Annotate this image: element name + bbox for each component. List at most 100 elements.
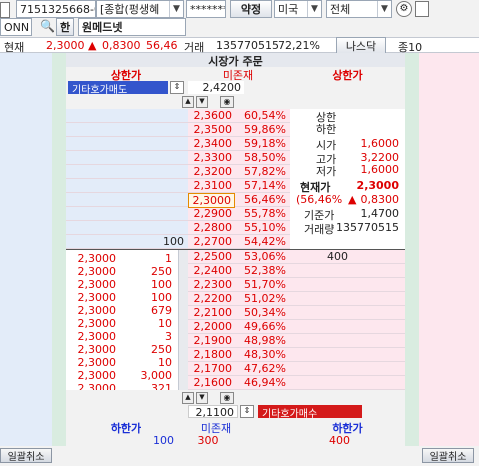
ask-row[interactable]: 2,3400 59,18% xyxy=(66,137,290,151)
ask-price[interactable]: 2,2700 xyxy=(188,235,235,248)
ask-price[interactable]: 2,2800 xyxy=(188,221,235,234)
ask-price[interactable]: 2,3400 xyxy=(188,137,235,150)
buy-price-input[interactable]: 2,1100 xyxy=(188,405,238,419)
bid-row[interactable]: 2,2400 52,38% xyxy=(188,264,405,278)
ask-row[interactable]: 2,3000 56,46% xyxy=(66,193,290,208)
bid-price[interactable]: 2,2300 xyxy=(188,278,235,291)
ask-pct: 59,18% xyxy=(244,137,286,150)
ask-price[interactable]: 2,3500 xyxy=(188,123,235,136)
bid-row[interactable]: 2,1600 46,94% xyxy=(188,376,405,390)
ask-row[interactable]: 2,3600 60,54% xyxy=(66,109,290,123)
ask-price[interactable]: 2,2900 xyxy=(188,207,235,220)
app-icon xyxy=(0,2,10,18)
bid-row[interactable]: 2,1800 48,30% xyxy=(188,348,405,362)
up-arrow-icon: ▲ xyxy=(348,193,357,206)
bid-price[interactable]: 2,2000 xyxy=(188,320,235,333)
info-current: 2,3000 xyxy=(356,179,399,192)
bid-pct: 51,70% xyxy=(244,278,286,291)
fills-list: 2,3000 1 2,3000 250 2,3000 100 2,3000 100 2,3000… xyxy=(66,252,178,390)
ask-row[interactable]: 2,3200 57,82% xyxy=(66,165,290,179)
bid-row[interactable]: 2,2100 50,34% xyxy=(188,306,405,320)
bid-price[interactable]: 2,1900 xyxy=(188,334,235,347)
info-low: 1,6000 xyxy=(360,163,400,176)
fill-price: 2,3000 xyxy=(77,330,117,343)
stock-name-field: 원메드넷 xyxy=(78,18,186,36)
ask-price[interactable]: 2,3300 xyxy=(188,151,235,164)
fill-row: 2,3000 100 xyxy=(66,291,178,304)
condition-button[interactable]: 약정 xyxy=(230,0,272,18)
fill-qty: 250 xyxy=(151,343,172,356)
bid-price[interactable]: 2,2100 xyxy=(188,306,235,319)
buy-order-type-select[interactable]: 기타호가매수 xyxy=(258,405,362,420)
fill-qty: 250 xyxy=(151,265,172,278)
chevron-down-icon[interactable]: ▼ xyxy=(307,1,321,17)
ask-price[interactable]: 2,3100 xyxy=(188,179,235,192)
change-percent: 56,46 xyxy=(146,39,178,52)
bid-price[interactable]: 2,2200 xyxy=(188,292,235,305)
fills-scrollbar[interactable] xyxy=(178,250,188,390)
fill-price: 2,3000 xyxy=(77,265,117,278)
account-type-combo[interactable]: [종합(펑생혜 ▼ xyxy=(96,0,184,18)
fill-price: 2,3000 xyxy=(77,382,117,390)
cancel-all-right-button[interactable]: 일괄취소 xyxy=(422,448,474,463)
bid-price[interactable]: 2,2400 xyxy=(188,264,235,277)
ask-price[interactable]: 2,3000 xyxy=(188,193,235,208)
filter-combo[interactable]: 전체 ▼ xyxy=(326,0,392,18)
account-type: [종합(펑생혜 xyxy=(100,3,160,16)
stock-code-combo[interactable]: ONN xyxy=(0,18,32,36)
sell-order-type-select[interactable]: 기타호가매도 xyxy=(68,81,168,96)
fill-qty: 100 xyxy=(151,291,172,304)
fill-qty: 321 xyxy=(151,382,172,390)
ask-row[interactable]: 2,2800 55,10% xyxy=(66,221,290,235)
sell-price-input[interactable]: 2,4200 xyxy=(188,81,244,94)
ask-row[interactable]: 2,3500 59,86% xyxy=(66,123,290,137)
settings-icon[interactable]: ⚙ xyxy=(396,1,412,17)
fill-price: 2,3000 xyxy=(77,343,117,356)
bid-price[interactable]: 2,1600 xyxy=(188,376,235,389)
buy-refresh-icon[interactable]: ◉ xyxy=(220,392,234,404)
chevron-down-icon[interactable]: ▼ xyxy=(169,1,183,17)
bid-row[interactable]: 2,2000 49,66% xyxy=(188,320,405,334)
info-lower-label: 하한 xyxy=(316,123,337,136)
market-combo[interactable]: 미국 ▼ xyxy=(274,0,322,18)
refresh-icon[interactable]: ◉ xyxy=(220,96,234,108)
bid-price[interactable]: 2,1700 xyxy=(188,362,235,375)
info-change: 0,8300 xyxy=(360,193,400,206)
fill-row: 2,3000 321 xyxy=(66,382,178,390)
search-button[interactable]: 한 xyxy=(56,18,74,36)
password-field[interactable]: ******* xyxy=(186,0,226,18)
window-icon[interactable] xyxy=(415,1,429,17)
ask-price[interactable]: 2,3600 xyxy=(188,109,235,122)
bid-row[interactable]: 2,2200 51,02% xyxy=(188,292,405,306)
ask-row[interactable]: 2,2900 55,78% xyxy=(66,207,290,221)
chevron-down-icon[interactable]: ▼ xyxy=(377,1,391,17)
buy-scroll-up-icon[interactable]: ▲ xyxy=(182,392,194,404)
fill-qty: 679 xyxy=(151,304,172,317)
search-icon[interactable]: 🔍 xyxy=(40,19,55,33)
bid-price[interactable]: 2,1800 xyxy=(188,348,235,361)
fill-row: 2,3000 100 xyxy=(66,278,178,291)
market-value: 미국 xyxy=(278,3,299,16)
buy-scroll-down-icon[interactable]: ▼ xyxy=(196,392,208,404)
cancel-all-left-button[interactable]: 일괄취소 xyxy=(0,448,52,463)
ask-row[interactable]: 100 2,2700 54,42% xyxy=(66,235,290,249)
bid-price[interactable]: 2,2500 xyxy=(188,250,235,263)
ask-price[interactable]: 2,3200 xyxy=(188,165,235,178)
bid-row[interactable]: 2,1700 47,62% xyxy=(188,362,405,376)
account-number: 7151325668-01 xyxy=(20,2,95,16)
bid-row[interactable]: 2,2500 53,06% 400 xyxy=(188,250,405,264)
fill-row: 2,3000 10 xyxy=(66,317,178,330)
fill-row: 2,3000 679 xyxy=(66,304,178,317)
account-combo[interactable]: 7151325668-01 xyxy=(16,0,96,18)
scroll-up-icon[interactable]: ▲ xyxy=(182,96,194,108)
ask-row[interactable]: 2,3100 57,14% xyxy=(66,179,290,193)
scroll-down-icon[interactable]: ▼ xyxy=(196,96,208,108)
sell-stepper-icon[interactable]: ⇕ xyxy=(170,81,184,94)
ask-row[interactable]: 2,3300 58,50% xyxy=(66,151,290,165)
unfilled-header: 미존재 xyxy=(222,69,254,82)
turnover: 72,21% xyxy=(278,39,320,52)
bid-row[interactable]: 2,1900 48,98% xyxy=(188,334,405,348)
buy-stepper-icon[interactable]: ⇕ xyxy=(240,405,254,418)
bid-row[interactable]: 2,2300 51,70% xyxy=(188,278,405,292)
upper-limit-left: 상한가 xyxy=(110,69,142,82)
